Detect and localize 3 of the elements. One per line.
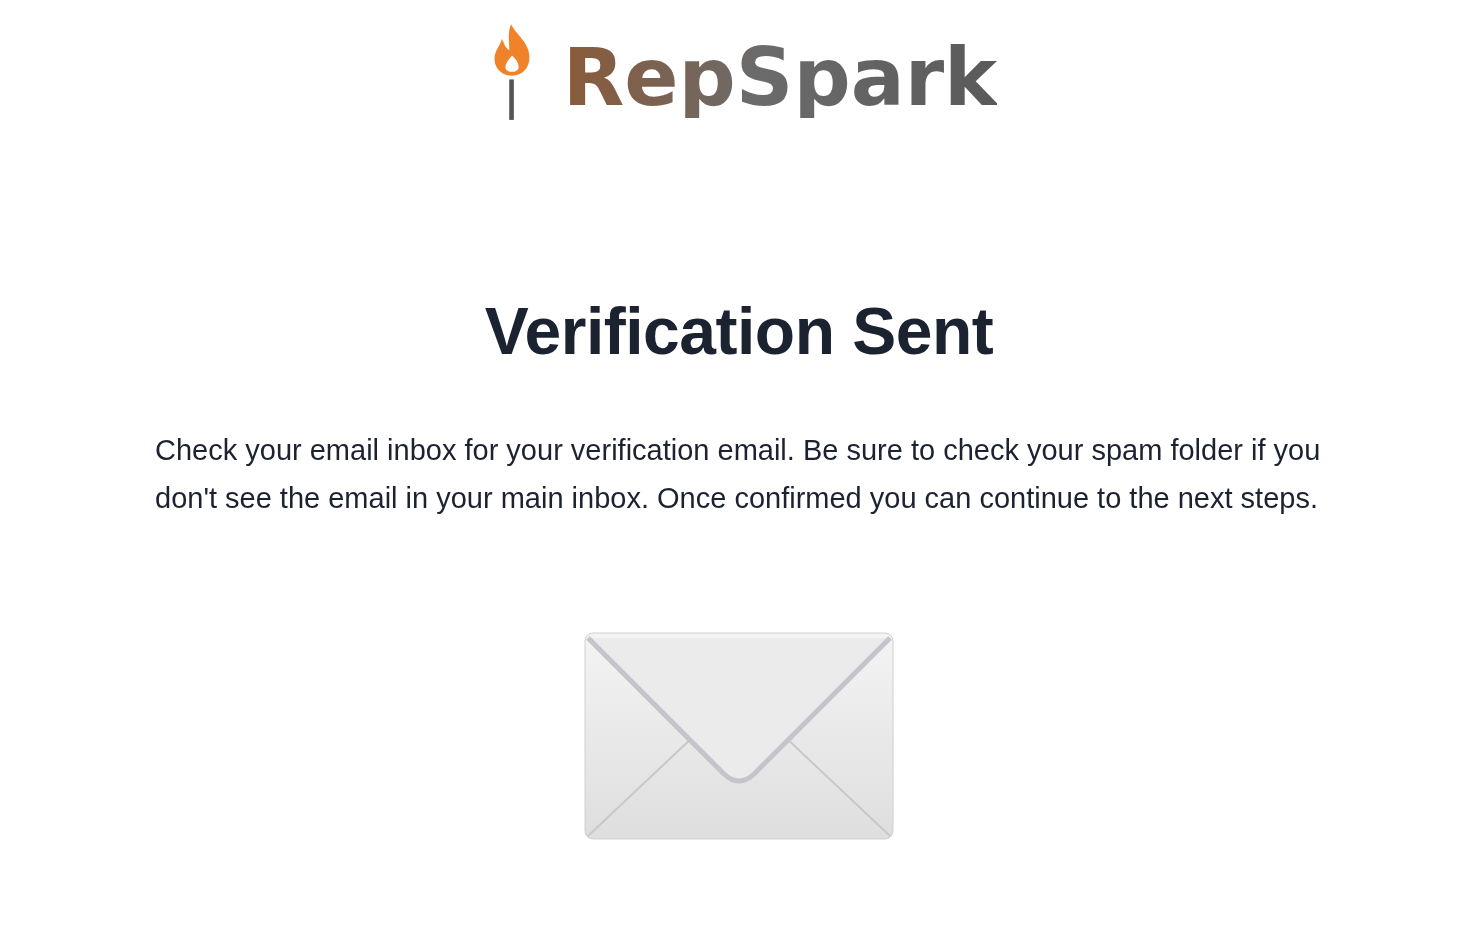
message-text: Check your email inbox for your verification email. Be sure to check your spam folder if you don't see the email in your main inbox. Once confirmed you can continue to the next steps. bbox=[155, 433, 1322, 516]
page-title: Verification Sent bbox=[484, 298, 994, 364]
envelope-icon bbox=[584, 632, 894, 840]
